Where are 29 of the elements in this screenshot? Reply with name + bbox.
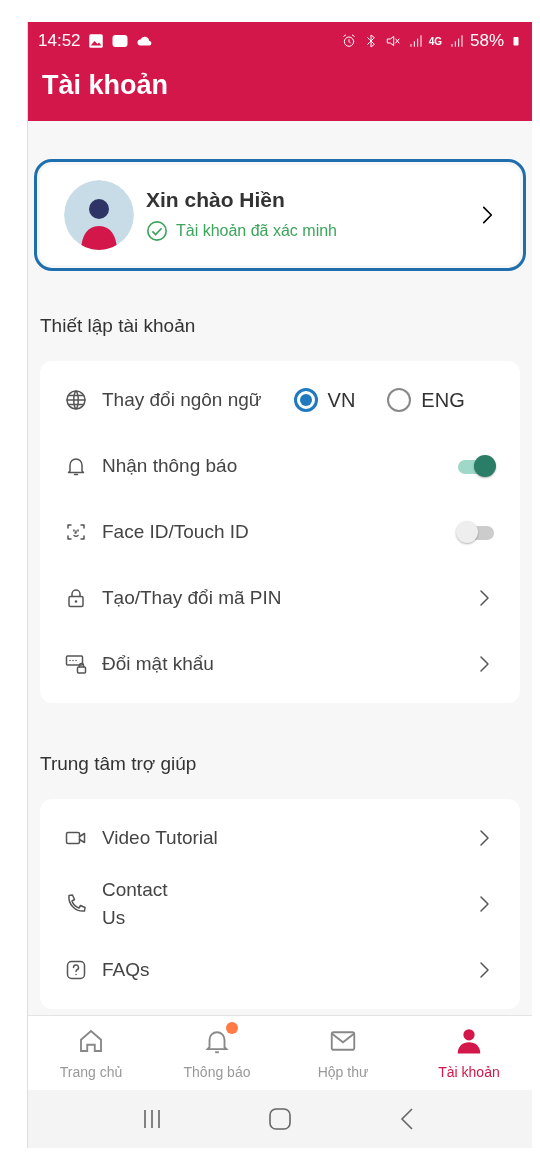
network-type: 4G xyxy=(428,35,442,47)
setting-label: Nhận thông báo xyxy=(102,453,239,478)
toggle-switch[interactable] xyxy=(456,455,496,477)
password-lock-icon xyxy=(64,652,88,676)
alarm-icon xyxy=(340,33,357,49)
section-title: Thiết lập tài khoản xyxy=(40,315,197,337)
menu-item[interactable]: FAQs xyxy=(64,937,496,1003)
globe-icon xyxy=(64,388,88,412)
page-title: Tài khoản xyxy=(41,69,170,102)
greeting-text: Xin chào Hiền xyxy=(146,188,286,212)
toggle-switch[interactable] xyxy=(456,521,496,543)
menu-item[interactable]: Contact Us xyxy=(64,871,496,937)
language-radio[interactable]: ENG xyxy=(387,388,465,412)
mute-icon xyxy=(384,33,401,49)
menu-item[interactable]: Đổi mật khẩu xyxy=(64,631,496,697)
help-icon xyxy=(64,958,88,982)
menu-item[interactable]: Video Tutorial xyxy=(64,805,496,871)
menu-item[interactable]: Tạo/Thay đổi mã PIN xyxy=(64,565,496,631)
setting-label: Face ID/Touch ID xyxy=(102,519,250,544)
verification-status: Tài khoản đã xác minh xyxy=(176,222,337,240)
avatar-silhouette xyxy=(64,180,134,250)
setting-label: Thay đổi ngôn ngữ xyxy=(102,387,262,412)
section-title: Trung tâm trợ giúp xyxy=(40,753,198,775)
status-time: 14:52 xyxy=(38,31,81,51)
home-button[interactable] xyxy=(268,1107,292,1131)
image-icon xyxy=(86,32,105,50)
nav-tab[interactable]: Tài khoản xyxy=(406,1016,532,1090)
battery-level: 58% xyxy=(469,31,504,51)
language-radio[interactable]: VN xyxy=(293,388,356,412)
